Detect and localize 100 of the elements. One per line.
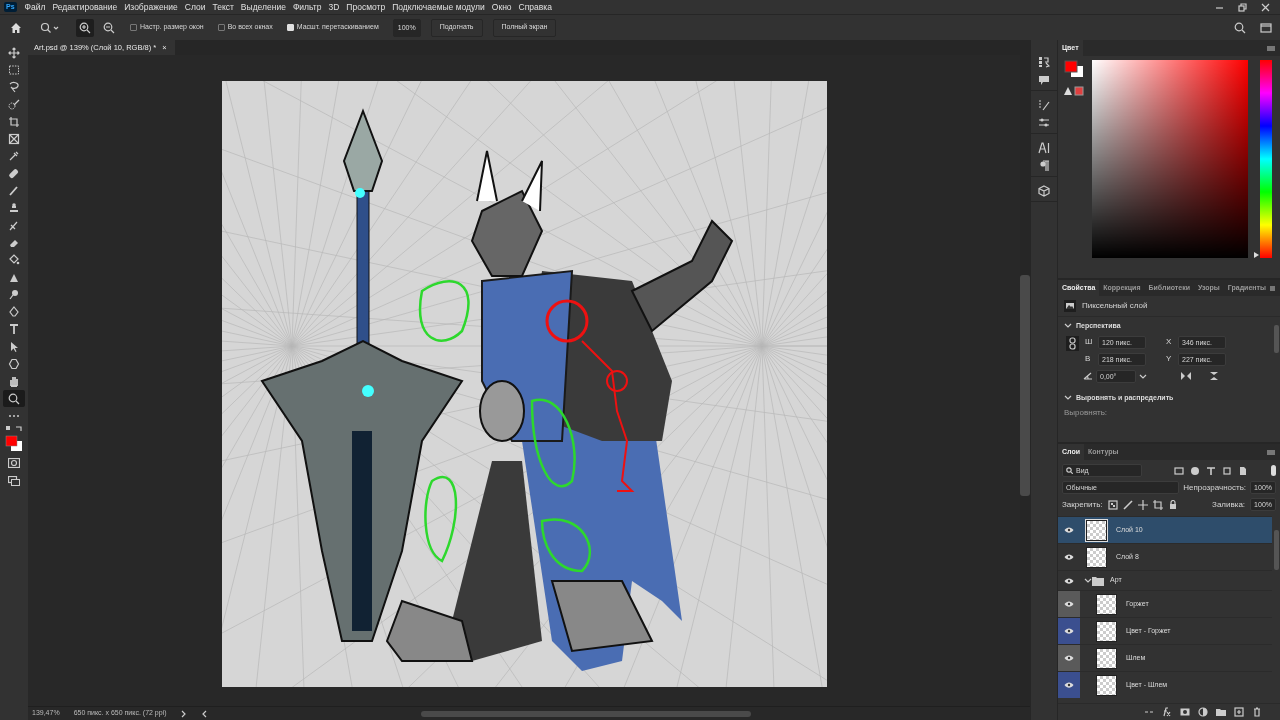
chevron-left-icon[interactable] <box>200 709 207 718</box>
hand-icon <box>8 375 20 388</box>
window-layout-icon[interactable] <box>1260 21 1272 34</box>
eye-icon[interactable] <box>1064 601 1074 607</box>
menu-item[interactable]: Слои <box>184 0 206 14</box>
layer-thumbnail <box>1086 519 1107 541</box>
type-filter-icon[interactable] <box>1206 465 1216 476</box>
chevron-icon[interactable] <box>1064 323 1072 330</box>
eye-icon[interactable] <box>1064 554 1074 560</box>
gamut-warning-icon[interactable] <box>1064 86 1084 96</box>
quick-mask-icon[interactable] <box>8 457 20 468</box>
chevron-icon[interactable] <box>1064 394 1072 401</box>
cube-icon[interactable] <box>1038 185 1050 197</box>
screen-mode-icon[interactable] <box>8 475 20 486</box>
opacity-label: Непрозрачность: <box>1183 481 1247 494</box>
checkerboard-icon[interactable] <box>1107 499 1118 510</box>
chevron-right-icon[interactable] <box>180 709 187 718</box>
eye-icon[interactable] <box>1064 655 1074 661</box>
crop-icon[interactable] <box>1152 499 1163 510</box>
fx-icon[interactable] <box>1162 707 1172 717</box>
comment-icon[interactable] <box>1038 74 1050 86</box>
hue-slider[interactable] <box>1254 60 1274 258</box>
dropdown-caret-icon[interactable] <box>1139 372 1147 380</box>
character-icon[interactable] <box>1038 142 1050 154</box>
filter-toggle[interactable] <box>1271 465 1276 476</box>
chevron-icon[interactable] <box>1084 577 1092 584</box>
menu-item[interactable]: 3D <box>328 0 340 14</box>
folder-icon <box>1092 575 1104 586</box>
lasso-icon <box>8 81 20 94</box>
color-swatches-icon[interactable] <box>5 434 23 452</box>
scrollbar-thumb[interactable] <box>1273 325 1279 353</box>
zoom-tool-dropdown-icon[interactable] <box>40 21 60 34</box>
flip-horizontal-icon[interactable] <box>1180 371 1192 381</box>
search-icon <box>1066 467 1073 474</box>
angle-icon <box>1083 372 1093 380</box>
zoom-out-icon <box>103 21 115 34</box>
menu-item[interactable]: Справка <box>518 0 552 14</box>
image-filter-icon[interactable] <box>1174 465 1184 476</box>
eye-icon[interactable] <box>1064 577 1074 584</box>
field-label: X <box>1166 336 1172 348</box>
home-icon[interactable] <box>10 21 22 34</box>
scrollbar-thumb[interactable] <box>420 710 751 717</box>
menu-item[interactable]: Просмотр <box>346 0 386 14</box>
field-label: Ш <box>1085 336 1092 348</box>
color-field[interactable] <box>1092 60 1249 258</box>
slider-thumb[interactable] <box>1254 252 1260 258</box>
adjustment-filter-icon[interactable] <box>1190 465 1200 476</box>
scrollbar-thumb[interactable] <box>1273 530 1279 570</box>
field-label: Y <box>1166 353 1172 365</box>
panel-menu-icon[interactable] <box>1267 45 1275 51</box>
zoom-icon <box>8 392 20 405</box>
flip-vertical-icon[interactable] <box>1209 371 1219 381</box>
menu-item[interactable]: Текст <box>212 0 234 14</box>
checkbox[interactable] <box>217 24 225 31</box>
layer-type-label: Пиксельный слой <box>1082 300 1148 312</box>
brush-settings-icon[interactable] <box>1038 99 1050 111</box>
swap-colors-icon[interactable] <box>5 424 23 433</box>
tool-button[interactable] <box>3 389 25 408</box>
frame-icon <box>8 133 20 146</box>
shape-filter-icon[interactable] <box>1222 465 1232 476</box>
close-icon[interactable] <box>1261 2 1270 12</box>
lock-icon[interactable] <box>1167 499 1178 510</box>
lock-label: Закрепить: <box>1062 498 1103 511</box>
layer-thumbnail <box>1096 647 1117 669</box>
eye-icon[interactable] <box>1064 628 1074 634</box>
menu-item[interactable]: Фильтр <box>292 0 322 14</box>
layer-thumbnail <box>1096 593 1117 615</box>
zoom-in-button[interactable] <box>76 18 94 37</box>
paragraph-icon[interactable] <box>1038 160 1050 172</box>
menu-item[interactable]: Окно <box>491 0 512 14</box>
layer-thumbnail <box>1096 674 1117 696</box>
menu-item[interactable]: Изображение <box>124 0 178 14</box>
adjustment-icon[interactable] <box>1198 707 1208 717</box>
eye-icon[interactable] <box>1064 527 1074 533</box>
trash-icon[interactable] <box>1252 707 1262 717</box>
menu-item[interactable]: Выделение <box>240 0 286 14</box>
search-icon[interactable] <box>1234 21 1246 34</box>
paint-bucket-icon <box>8 254 20 267</box>
eye-icon[interactable] <box>1064 682 1074 688</box>
move-icon[interactable] <box>1137 499 1148 510</box>
image-icon <box>1064 300 1076 312</box>
menu-item[interactable]: Файл <box>24 0 46 14</box>
checkbox[interactable] <box>130 24 137 31</box>
menu-item[interactable]: Подключаемые модули <box>392 0 485 14</box>
history-icon[interactable] <box>1038 56 1050 68</box>
folder-icon[interactable] <box>1216 707 1226 717</box>
field-label: В <box>1085 353 1092 365</box>
sliders-icon[interactable] <box>1038 117 1050 129</box>
brush-icon <box>8 185 20 197</box>
panel-menu-icon[interactable] <box>1267 449 1275 455</box>
new-layer-icon[interactable] <box>1234 707 1244 717</box>
arrow-icon <box>8 340 20 353</box>
menu-item[interactable]: Редактирование <box>52 0 118 14</box>
scrollbar-thumb[interactable] <box>1020 275 1030 496</box>
restore-icon[interactable] <box>1238 2 1247 12</box>
mask-icon[interactable] <box>1180 707 1190 717</box>
color-swatches-icon[interactable] <box>1064 60 1084 78</box>
panel-menu-icon[interactable] <box>1269 285 1275 291</box>
brush-icon[interactable] <box>1122 499 1133 510</box>
zoom-in-icon <box>79 21 91 34</box>
